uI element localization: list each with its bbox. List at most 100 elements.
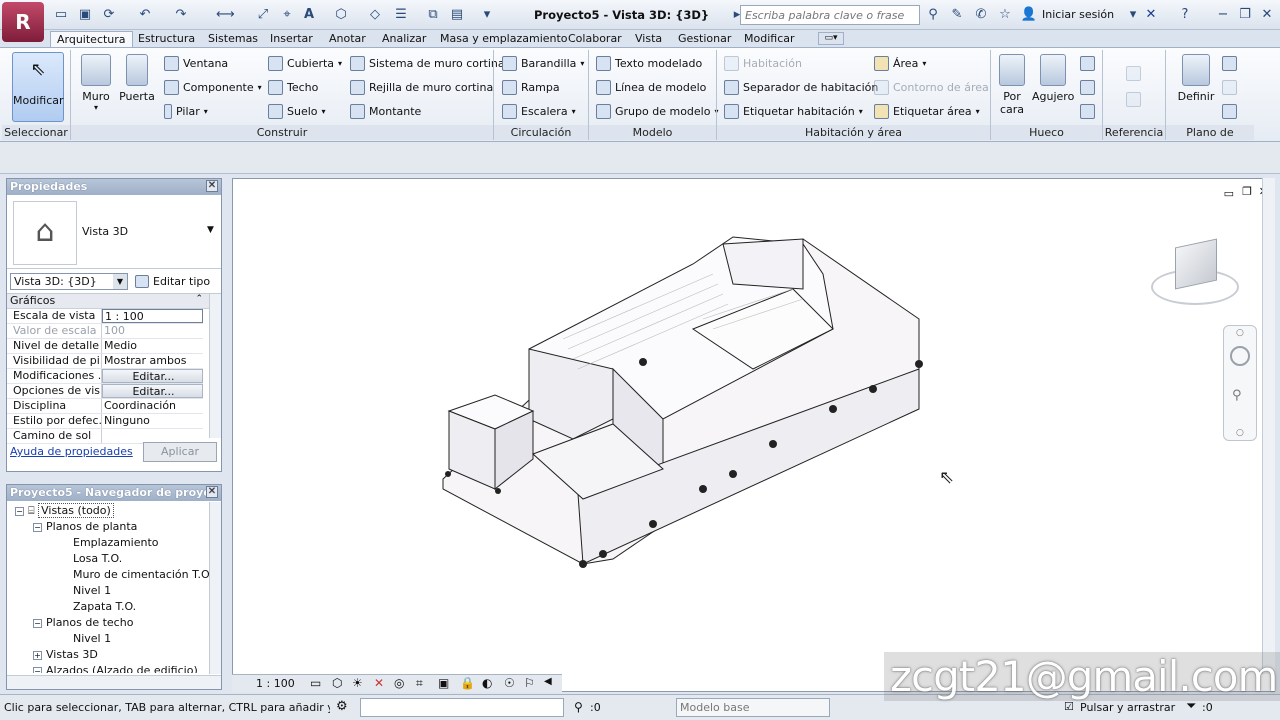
property-row[interactable]: Opciones de vis... Editar... xyxy=(7,384,203,399)
roof-button[interactable]: Cubierta ▾ xyxy=(268,56,342,71)
redo-icon[interactable]: ↷ xyxy=(172,6,190,24)
view-restore-icon[interactable]: ❐ xyxy=(1242,185,1252,198)
open-icon[interactable]: ▭ xyxy=(52,6,70,24)
user-icon[interactable]: 👤 xyxy=(1020,6,1038,24)
ramp-button[interactable]: Rampa xyxy=(502,80,560,95)
set-workplane-button[interactable]: Definir xyxy=(1176,54,1216,103)
collapse-icon[interactable]: − xyxy=(33,618,42,628)
property-row[interactable]: Disciplina Coordinación xyxy=(7,399,203,414)
viewcube[interactable] xyxy=(1151,238,1239,309)
tag-icon[interactable]: ⌖ xyxy=(278,6,296,24)
edit-button[interactable]: Editar... xyxy=(102,384,203,398)
workset-select[interactable] xyxy=(360,698,564,717)
property-row[interactable]: Escala de vista 1 : 100 xyxy=(7,309,203,324)
sign-in-link[interactable]: Iniciar sesión xyxy=(1042,8,1114,21)
wall-button[interactable]: Muro ▾ xyxy=(78,54,114,112)
ribbon-minimize-toggle[interactable]: ▭▾ xyxy=(818,32,844,45)
properties-scrollbar[interactable] xyxy=(209,294,221,438)
collapse-icon[interactable]: − xyxy=(33,522,42,532)
collapse-icon[interactable]: − xyxy=(33,666,42,673)
instance-filter-select[interactable]: Vista 3D: {3D} ▼ xyxy=(10,273,128,290)
viewcube-box[interactable] xyxy=(1175,238,1217,290)
browser-tree-item[interactable]: Losa T.O. xyxy=(7,551,221,567)
model-line-button[interactable]: Línea de modelo xyxy=(596,80,706,95)
panel-label-habitacion-area[interactable]: Habitación y área xyxy=(717,125,990,140)
group-graficos[interactable]: Gráficos ⌃ xyxy=(7,294,221,309)
restore-window-icon[interactable]: ❐ xyxy=(1236,6,1254,24)
expand-icon[interactable]: + xyxy=(33,650,42,660)
room-button[interactable]: Habitación xyxy=(724,56,802,71)
help-icon[interactable]: ? xyxy=(1176,6,1194,24)
browser-tree-item[interactable]: + Vistas 3D xyxy=(7,647,221,663)
view-minimize-icon[interactable]: ▭ xyxy=(1224,187,1234,200)
property-row[interactable]: Modificaciones ... Editar... xyxy=(7,369,203,384)
close-window-icon[interactable]: ✕ xyxy=(1258,6,1276,24)
tab-analizar[interactable]: Analizar xyxy=(376,31,432,48)
component-button[interactable]: Componente ▾ xyxy=(164,80,262,95)
tab-estructura[interactable]: Estructura xyxy=(132,31,201,48)
model-text-button[interactable]: Texto modelado xyxy=(596,56,702,71)
apply-button[interactable]: Aplicar xyxy=(143,442,217,462)
property-value[interactable]: 100 xyxy=(102,324,203,338)
thin-lines-icon[interactable]: ☰ xyxy=(392,6,410,24)
undo-icon[interactable]: ↶ xyxy=(136,6,154,24)
steering-wheel-icon[interactable] xyxy=(1230,346,1250,366)
tab-arquitectura[interactable]: Arquitectura xyxy=(50,31,133,48)
view-scrollbar-vertical[interactable] xyxy=(1262,178,1275,674)
mullion-button[interactable]: Montante xyxy=(350,104,421,119)
shadows-icon[interactable]: ✕ xyxy=(374,676,384,690)
property-value[interactable]: Coordinación xyxy=(102,399,203,413)
switch-windows-icon[interactable]: ▤ xyxy=(448,6,466,24)
favorites-star-icon[interactable]: ☆ xyxy=(996,6,1014,24)
curtain-grid-button[interactable]: Rejilla de muro cortina xyxy=(350,80,493,95)
nav-options-icon[interactable]: ○ xyxy=(1236,428,1244,438)
tab-modificar[interactable]: Modificar xyxy=(738,31,801,48)
application-menu-button[interactable]: R xyxy=(2,2,44,42)
tab-sistemas[interactable]: Sistemas xyxy=(202,31,264,48)
temporary-hide-icon[interactable]: ◐ xyxy=(482,676,492,690)
view-scale[interactable]: 1 : 100 xyxy=(256,677,295,690)
text-icon[interactable]: A xyxy=(300,6,318,24)
collapse-icon[interactable]: − xyxy=(15,506,24,516)
modify-button[interactable]: ⇖ Modificar xyxy=(12,52,64,122)
reveal-hidden-icon[interactable]: ☉ xyxy=(504,676,515,690)
model-group-button[interactable]: Grupo de modelo▾ xyxy=(596,104,718,119)
browser-tree-item[interactable]: − Planos de techo xyxy=(7,615,221,631)
window-button[interactable]: Ventana xyxy=(164,56,228,71)
save-icon[interactable]: ▣ xyxy=(76,6,94,24)
door-button[interactable]: Puerta xyxy=(118,54,156,103)
visual-style-icon[interactable]: ⬡ xyxy=(332,676,342,690)
close-icon[interactable]: ✕ xyxy=(206,486,218,498)
tab-insertar[interactable]: Insertar xyxy=(264,31,319,48)
close-hidden-icon[interactable]: ⧉ xyxy=(424,6,442,24)
area-button[interactable]: Área ▾ xyxy=(874,56,926,71)
property-row[interactable]: Estilo por defec... Ninguno xyxy=(7,414,203,429)
search-input[interactable]: Escriba palabra clave o frase xyxy=(740,5,920,25)
stair-button[interactable]: Escalera ▾ xyxy=(502,104,576,119)
section-icon[interactable]: ◇ xyxy=(366,6,384,24)
browser-tree-item[interactable]: − Planos de planta xyxy=(7,519,221,535)
edit-button[interactable]: Editar... xyxy=(102,369,203,383)
tab-vista[interactable]: Vista xyxy=(629,31,668,48)
property-row[interactable]: Visibilidad de pi... Mostrar ambos xyxy=(7,354,203,369)
level-icon[interactable] xyxy=(1126,66,1142,82)
tab-masa-emplazamiento[interactable]: Masa y emplazamiento xyxy=(434,31,574,48)
property-value[interactable]: Medio xyxy=(102,339,203,353)
browser-tree-item[interactable]: − ⌸ Vistas (todo) xyxy=(7,503,221,519)
viewer-icon[interactable] xyxy=(1222,104,1238,120)
browser-scrollbar-horizontal[interactable] xyxy=(7,675,221,689)
zoom-icon[interactable]: ⚲ xyxy=(1232,388,1242,403)
model-select[interactable]: Modelo base xyxy=(676,698,830,717)
worksets-icon[interactable]: ⚙ xyxy=(336,699,348,714)
press-drag-checkbox[interactable]: ☑ xyxy=(1064,700,1074,713)
by-face-button[interactable]: Por cara xyxy=(996,54,1028,116)
render-icon[interactable]: ◎ xyxy=(394,676,404,690)
tab-gestionar[interactable]: Gestionar xyxy=(672,31,737,48)
properties-help-link[interactable]: Ayuda de propiedades xyxy=(10,445,133,458)
sync-icon[interactable]: ⟳ xyxy=(100,6,118,24)
minimize-window-icon[interactable]: − xyxy=(1214,6,1232,24)
railing-button[interactable]: Barandilla ▾ xyxy=(502,56,584,71)
property-row[interactable]: Valor de escala ... 100 xyxy=(7,324,203,339)
area-boundary-button[interactable]: Contorno de área xyxy=(874,80,989,95)
show-workplane-icon[interactable] xyxy=(1222,56,1238,72)
